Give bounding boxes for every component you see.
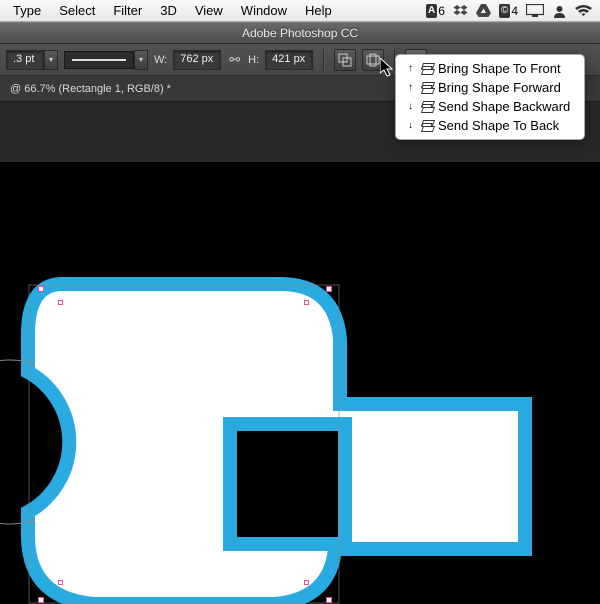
app-titlebar: Adobe Photoshop CC bbox=[0, 22, 600, 44]
menu-view[interactable]: View bbox=[186, 3, 232, 18]
display-icon[interactable] bbox=[526, 4, 544, 17]
stack-icon bbox=[420, 101, 434, 113]
app-title: Adobe Photoshop CC bbox=[242, 26, 358, 40]
selection-handle[interactable] bbox=[326, 286, 332, 292]
menu-bring-forward[interactable]: ↑ Bring Shape Forward bbox=[396, 78, 584, 97]
menu-type[interactable]: Type bbox=[4, 3, 50, 18]
align-edges-button[interactable] bbox=[334, 49, 356, 71]
height-input[interactable]: 421 px bbox=[265, 50, 313, 70]
menu-3d[interactable]: 3D bbox=[151, 3, 186, 18]
fast-user-switch-icon[interactable] bbox=[552, 4, 567, 18]
stack-icon bbox=[420, 63, 434, 75]
arrow-up-icon: ↑ bbox=[408, 63, 416, 74]
arrow-down-icon: ↓ bbox=[408, 101, 416, 112]
anchor-point[interactable] bbox=[304, 300, 309, 305]
document-tab[interactable]: @ 66.7% (Rectangle 1, RGB/8) * bbox=[10, 83, 171, 95]
menu-item-label: Send Shape Backward bbox=[438, 99, 570, 114]
stack-icon bbox=[420, 82, 434, 94]
menu-item-label: Send Shape To Back bbox=[438, 118, 559, 133]
anchor-point[interactable] bbox=[58, 300, 63, 305]
menu-item-label: Bring Shape Forward bbox=[438, 80, 561, 95]
selection-handle[interactable] bbox=[38, 597, 44, 603]
stroke-weight-dropdown[interactable]: ▾ bbox=[44, 50, 58, 70]
menu-window[interactable]: Window bbox=[232, 3, 296, 18]
width-label: W: bbox=[154, 54, 167, 66]
anchor-point[interactable] bbox=[58, 580, 63, 585]
wifi-icon[interactable] bbox=[575, 5, 592, 17]
menu-bring-to-front[interactable]: ↑ Bring Shape To Front bbox=[396, 59, 584, 78]
menubar-status-area: A6 ©4 bbox=[426, 4, 596, 18]
stroke-weight-input[interactable]: .3 pt bbox=[6, 50, 44, 70]
stack-icon bbox=[420, 120, 434, 132]
selection-handle[interactable] bbox=[38, 286, 44, 292]
selection-handle[interactable] bbox=[326, 597, 332, 603]
options-divider bbox=[323, 49, 324, 71]
mac-menubar: Type Select Filter 3D View Window Help A… bbox=[0, 0, 600, 22]
creative-cloud-icon[interactable]: ©4 bbox=[499, 4, 518, 18]
path-operations-button[interactable] bbox=[362, 49, 384, 71]
menu-send-backward[interactable]: ↓ Send Shape Backward bbox=[396, 97, 584, 116]
adobe-updater-icon[interactable]: A6 bbox=[426, 4, 445, 18]
dropbox-icon[interactable] bbox=[453, 4, 468, 18]
google-drive-icon[interactable] bbox=[476, 4, 491, 17]
arrow-down-icon: ↓ bbox=[408, 120, 416, 131]
arrow-up-icon: ↑ bbox=[408, 82, 416, 93]
menu-filter[interactable]: Filter bbox=[104, 3, 151, 18]
menu-send-to-back[interactable]: ↓ Send Shape To Back bbox=[396, 116, 584, 135]
width-input[interactable]: 762 px bbox=[173, 50, 221, 70]
stroke-style-dropdown[interactable] bbox=[64, 51, 134, 69]
height-label: H: bbox=[248, 54, 259, 66]
vector-shape[interactable] bbox=[0, 264, 560, 604]
menu-help[interactable]: Help bbox=[296, 3, 341, 18]
stroke-style-caret[interactable]: ▾ bbox=[134, 50, 148, 70]
canvas-area[interactable] bbox=[0, 102, 600, 555]
link-wh-icon[interactable]: ⚯ bbox=[227, 52, 242, 68]
menu-item-label: Bring Shape To Front bbox=[438, 61, 561, 76]
anchor-point[interactable] bbox=[304, 580, 309, 585]
shape-arrange-menu: ↑ Bring Shape To Front ↑ Bring Shape For… bbox=[395, 54, 585, 140]
menu-select[interactable]: Select bbox=[50, 3, 104, 18]
